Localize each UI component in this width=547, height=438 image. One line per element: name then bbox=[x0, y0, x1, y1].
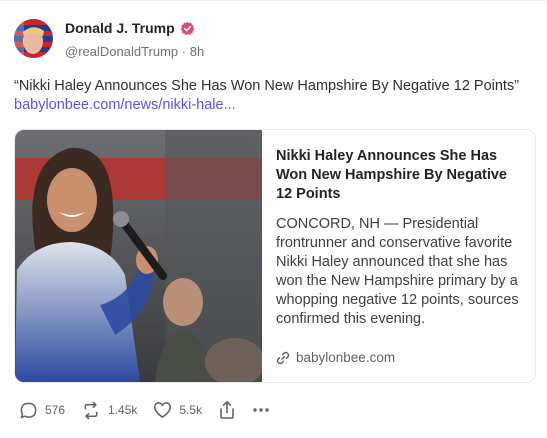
post-time[interactable]: 8h bbox=[190, 44, 204, 59]
heart-icon bbox=[154, 402, 172, 418]
link-icon bbox=[276, 351, 290, 364]
like-count: 5.5k bbox=[179, 403, 203, 417]
article-image bbox=[15, 130, 265, 382]
more-options-button[interactable] bbox=[252, 407, 270, 413]
top-divider bbox=[0, 0, 547, 1]
reply-count: 576 bbox=[45, 403, 66, 417]
card-domain: babylonbee.com bbox=[276, 350, 395, 365]
post-link[interactable]: babylonbee.com/news/nikki-hale... bbox=[14, 97, 236, 113]
author-name[interactable]: Donald J. Trump bbox=[65, 20, 175, 36]
card-title[interactable]: Nikki Haley Announces She Has Won New Ha… bbox=[276, 147, 521, 204]
author-handle[interactable]: @realDonaldTrump bbox=[65, 44, 178, 59]
verified-badge-icon bbox=[180, 21, 194, 35]
card-domain-text: babylonbee.com bbox=[296, 350, 396, 365]
avatar[interactable] bbox=[14, 19, 53, 58]
repost-icon bbox=[84, 401, 98, 419]
action-bar: 576 1.45k 5.5k bbox=[19, 400, 270, 420]
meta-separator: · bbox=[181, 44, 187, 59]
like-button[interactable]: 5.5k bbox=[153, 401, 202, 419]
repost-button[interactable]: 1.45k bbox=[81, 401, 137, 420]
link-preview-card[interactable]: Nikki Haley Announces She Has Won New Ha… bbox=[14, 129, 536, 383]
more-dots-icon bbox=[253, 408, 269, 412]
share-button[interactable] bbox=[218, 400, 236, 420]
reply-button[interactable]: 576 bbox=[19, 401, 65, 420]
share-icon bbox=[220, 401, 234, 419]
reply-icon bbox=[20, 402, 37, 418]
card-description: CONCORD, NH — Presidential frontrunner a… bbox=[276, 216, 519, 327]
repost-count: 1.45k bbox=[108, 403, 138, 417]
post-text: “Nikki Haley Announces She Has Won New H… bbox=[14, 78, 520, 94]
